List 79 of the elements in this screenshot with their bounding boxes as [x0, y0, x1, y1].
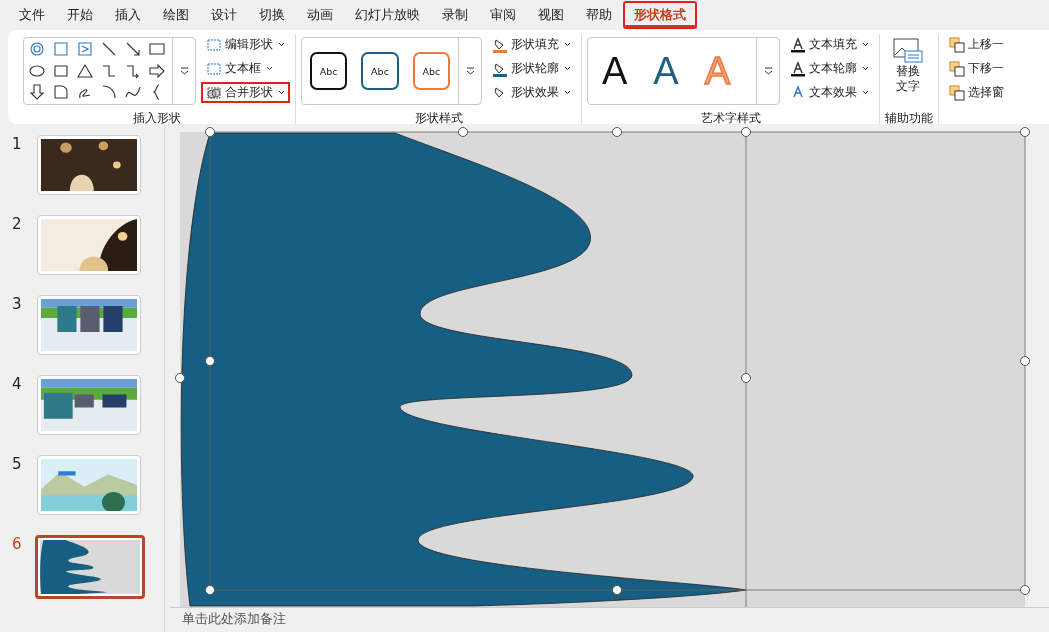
ribbon-tab[interactable]: 绘图: [152, 1, 200, 29]
expand-icon: [465, 67, 475, 75]
group-label: 插入形状: [131, 110, 182, 124]
ribbon-tab[interactable]: 文件: [8, 1, 56, 29]
shape-icon[interactable]: [100, 40, 118, 58]
selection-handle[interactable]: [1020, 356, 1030, 366]
group-label: 艺术字样式: [699, 110, 762, 124]
slide-number: 2: [11, 215, 23, 235]
selection-handle[interactable]: [1020, 585, 1030, 595]
ribbon-command[interactable]: 形状填充: [487, 34, 576, 55]
ribbon-command[interactable]: 合并形状: [201, 82, 290, 103]
layer-icon: [949, 36, 965, 53]
chevron-down-icon: [862, 42, 869, 47]
selection-handle[interactable]: [1020, 127, 1030, 137]
layer-icon: [949, 84, 965, 101]
alt-text-button[interactable]: 替换文字: [885, 34, 931, 110]
wordart-preset[interactable]: A: [653, 49, 679, 93]
chevron-down-icon: [862, 90, 869, 95]
chevron-down-icon: [278, 90, 285, 95]
ribbon-command[interactable]: 文本填充: [785, 34, 874, 55]
selection-handle[interactable]: [205, 356, 215, 366]
image-icon: [893, 38, 923, 64]
expand-icon: [179, 67, 189, 75]
notes-field[interactable]: 单击此处添加备注: [170, 607, 1049, 632]
chevron-down-icon: [564, 42, 571, 47]
selection-handle[interactable]: [458, 127, 468, 137]
shape-style-preset[interactable]: Abc: [361, 52, 399, 90]
ribbon-command[interactable]: 文本效果: [785, 82, 874, 103]
ribbon-command[interactable]: 下移一: [944, 58, 1009, 79]
shape-icon[interactable]: [52, 83, 70, 102]
selection-handle[interactable]: [741, 127, 751, 137]
slide-number: 5: [11, 455, 23, 475]
chevron-down-icon: [564, 66, 571, 71]
ribbon-tab[interactable]: 审阅: [479, 1, 527, 29]
slide-number: 1: [11, 135, 23, 155]
ribbon-tab[interactable]: 设计: [200, 1, 248, 29]
ribbon-command[interactable]: 文本轮廓: [785, 58, 874, 79]
ribbon-tab[interactable]: 动画: [296, 1, 344, 29]
shape-icon[interactable]: [28, 83, 46, 102]
letter-icon: [790, 60, 806, 77]
ribbon-tab[interactable]: 切换: [248, 1, 296, 29]
group-label: 形状样式: [413, 110, 464, 124]
selection-handle[interactable]: [612, 127, 622, 137]
chevron-down-icon: [564, 90, 571, 95]
slide-number: 6: [11, 535, 23, 555]
shape-style-preset[interactable]: Abc: [310, 52, 348, 90]
ribbon-tab[interactable]: 视图: [527, 1, 575, 29]
slide-number: 3: [11, 295, 23, 315]
paint-icon: [492, 36, 508, 53]
slide-number: 4: [11, 375, 23, 395]
group-label: 辅助功能: [885, 110, 933, 124]
ribbon-command[interactable]: 选择窗: [944, 82, 1009, 103]
ribbon-tab[interactable]: 录制: [431, 1, 479, 29]
letter-icon: [790, 36, 806, 53]
selection-handle[interactable]: [741, 373, 751, 383]
ribbon-command[interactable]: 形状轮廓: [487, 58, 576, 79]
chevron-down-icon: [278, 42, 285, 47]
ribbon-command[interactable]: 文本框: [201, 58, 290, 79]
wordart-preset[interactable]: A: [602, 49, 628, 93]
selection-handle[interactable]: [612, 585, 622, 595]
shape-style-preset[interactable]: Abc: [412, 52, 450, 90]
ribbon-command[interactable]: 上移一: [944, 34, 1009, 55]
chevron-down-icon: [266, 66, 273, 71]
expand-icon: [763, 67, 773, 75]
selection-handle[interactable]: [175, 373, 185, 383]
ribbon-command[interactable]: 编辑形状: [201, 34, 290, 55]
ribbon-tab[interactable]: 幻灯片放映: [344, 1, 431, 29]
ribbon-command[interactable]: 形状效果: [487, 82, 576, 103]
ribbon-tab[interactable]: 形状格式: [623, 1, 697, 29]
shape-icon[interactable]: [124, 40, 142, 58]
ribbon-tab[interactable]: 开始: [56, 1, 104, 29]
ribbon-tab[interactable]: 帮助: [575, 1, 623, 29]
selection-handle[interactable]: [205, 585, 215, 595]
ribbon-tab[interactable]: 插入: [104, 1, 152, 29]
chevron-down-icon: [862, 66, 869, 71]
selection-handle[interactable]: [205, 127, 215, 137]
paint-icon: [492, 60, 508, 77]
layer-icon: [949, 60, 965, 77]
shape-icon[interactable]: [148, 61, 166, 80]
